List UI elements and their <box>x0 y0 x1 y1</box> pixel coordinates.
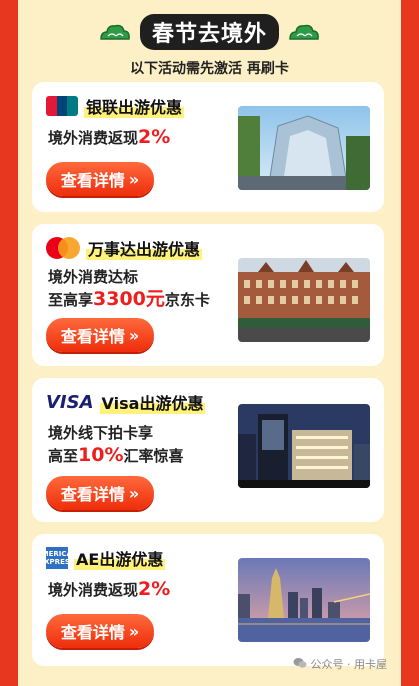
cloud-left-icon <box>100 24 130 40</box>
card-header: 万事达出游优惠 <box>46 236 203 260</box>
amex-card: AMERICAN EXPRESS AE出游优惠 境外消费返现2% 查看详情 » <box>32 534 384 666</box>
card-title: Visa出游优惠 <box>99 390 206 414</box>
visa-logo-icon: VISA <box>46 391 94 413</box>
double-chevron-right-icon: » <box>128 483 140 503</box>
visa-card: VISA Visa出游优惠 境外线下拍卡享 高至10%汇率惊喜 查看详情 » <box>32 378 384 522</box>
title-row: 春节去境外 <box>18 14 401 50</box>
card-description: 境外消费达标 至高享3300元京东卡 <box>48 268 210 310</box>
card-header: VISA Visa出游优惠 <box>46 390 206 414</box>
card-description: 境外消费返现2% <box>48 126 171 148</box>
view-details-button[interactable]: 查看详情 » <box>46 476 154 510</box>
view-details-button[interactable]: 查看详情 » <box>46 162 154 196</box>
city-night-photo <box>238 404 370 488</box>
content-panel: 春节去境外 以下活动需先激活 再刷卡 银联出游优惠 境外消费返现2% 查看详情 … <box>18 0 401 686</box>
page-title: 春节去境外 <box>139 14 279 50</box>
mall-building-photo <box>238 106 370 190</box>
unionpay-card: 银联出游优惠 境外消费返现2% 查看详情 » <box>32 82 384 212</box>
view-details-button[interactable]: 查看详情 » <box>46 318 154 352</box>
card-description: 境外线下拍卡享 高至10%汇率惊喜 <box>48 424 184 466</box>
card-description: 境外消费返现2% <box>48 578 171 600</box>
card-title: 银联出游优惠 <box>84 94 185 118</box>
header: 春节去境外 以下活动需先激活 再刷卡 <box>18 14 401 78</box>
double-chevron-right-icon: » <box>128 621 140 641</box>
page-subtitle: 以下活动需先激活 再刷卡 <box>130 61 289 77</box>
cloud-right-icon <box>289 24 319 40</box>
harbor-skyline-photo <box>238 558 370 642</box>
amex-logo-icon: AMERICAN EXPRESS <box>36 547 78 569</box>
card-title: AE出游优惠 <box>74 546 166 570</box>
watermark-text: 公众号 · 用卡屋 <box>310 658 388 671</box>
card-header: 银联出游优惠 <box>46 94 185 118</box>
card-header: AMERICAN EXPRESS AE出游优惠 <box>36 546 166 570</box>
department-store-photo <box>238 258 370 342</box>
mastercard-logo-icon <box>46 237 80 259</box>
unionpay-logo-icon <box>46 96 78 116</box>
double-chevron-right-icon: » <box>128 169 140 189</box>
watermark: 公众号 · 用卡屋 <box>293 656 388 672</box>
double-chevron-right-icon: » <box>128 325 140 345</box>
view-details-button[interactable]: 查看详情 » <box>46 614 154 648</box>
card-title: 万事达出游优惠 <box>86 236 203 260</box>
wechat-icon <box>293 657 307 672</box>
mastercard-card: 万事达出游优惠 境外消费达标 至高享3300元京东卡 查看详情 » <box>32 224 384 366</box>
page-frame: 春节去境外 以下活动需先激活 再刷卡 银联出游优惠 境外消费返现2% 查看详情 … <box>0 0 419 686</box>
